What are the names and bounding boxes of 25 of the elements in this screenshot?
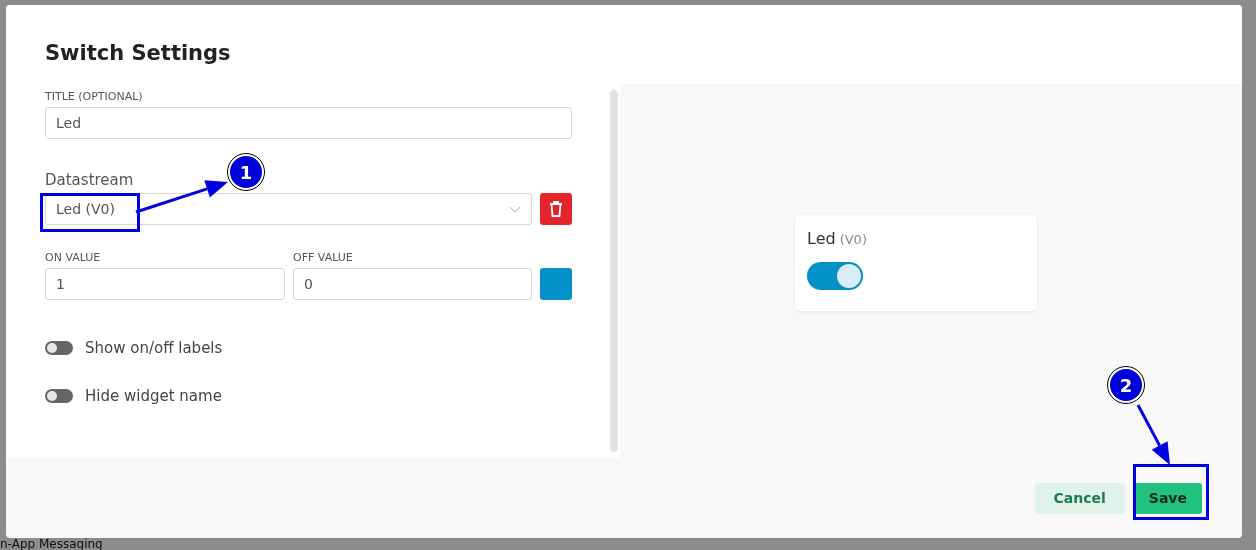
dialog-title: Switch Settings <box>45 40 231 65</box>
widget-switch[interactable] <box>807 262 863 290</box>
field-label: OFF VALUE <box>293 251 354 264</box>
field-label: ON VALUE <box>45 251 102 264</box>
on-value-field[interactable]: 1 <box>45 268 285 300</box>
toggle-label: Show on/off labels <box>85 339 223 357</box>
toggle-label: Hide widget name <box>85 387 222 405</box>
widget-name: Led <box>807 229 836 248</box>
cancel-button[interactable]: Cancel <box>1034 482 1125 514</box>
scrollbar[interactable] <box>610 90 618 452</box>
datastream-select[interactable]: Led (V0) <box>45 193 532 225</box>
arrow <box>1136 404 1170 465</box>
sidebar-item[interactable]: n-App Messaging <box>0 538 103 550</box>
widget-pin: (V0) <box>839 232 867 247</box>
save-button[interactable]: Save <box>1133 482 1202 514</box>
trash-icon <box>549 201 563 217</box>
color-swatch[interactable] <box>540 268 572 300</box>
off-value-field[interactable]: 0 <box>293 268 532 300</box>
toggle-switch[interactable] <box>45 341 73 355</box>
chevron-icon <box>509 205 521 213</box>
field-label: TITLE (OPTIONAL) <box>45 90 144 103</box>
title-field[interactable]: Led <box>45 107 572 139</box>
section-label: Datastream <box>45 171 134 189</box>
delete-button[interactable] <box>540 193 572 225</box>
toggle-switch[interactable] <box>45 389 73 403</box>
